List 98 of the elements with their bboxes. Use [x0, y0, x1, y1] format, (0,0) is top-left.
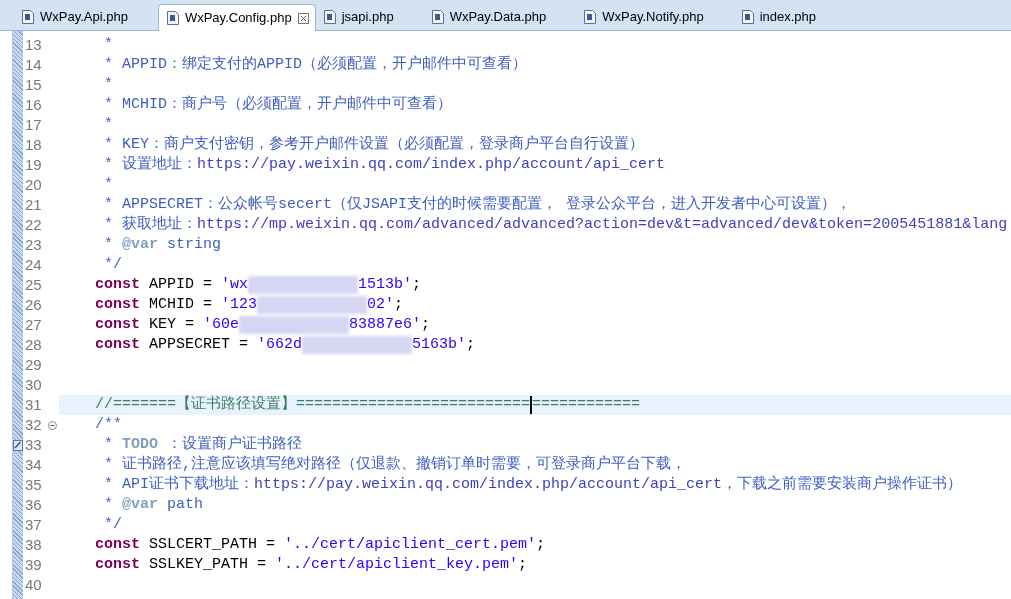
- keyword: const: [95, 294, 140, 315]
- doc-comment: * APPID：绑定支付的APPID（必须配置，开户邮件中可查看）: [104, 54, 528, 75]
- keyword: const: [95, 314, 140, 335]
- doc-comment: * KEY：商户支付密钥，参考开户邮件设置（必须配置，登录商户平台自行设置）: [104, 134, 644, 155]
- line-number: 29: [24, 354, 43, 375]
- doc-comment: *: [104, 494, 113, 515]
- file-tab[interactable]: WxPay.Data.php: [423, 3, 577, 30]
- file-tab[interactable]: jsapi.php: [315, 3, 424, 30]
- line-number: 37: [24, 514, 43, 535]
- line-number: 36: [24, 494, 43, 515]
- doc-comment: ：设置商户证书路径: [167, 434, 303, 455]
- code-text: APPSECRET =: [148, 334, 250, 355]
- code-text: ;: [421, 314, 431, 335]
- file-tab[interactable]: WxPay.Config.php: [157, 4, 316, 31]
- string-literal: '60e: [203, 314, 240, 335]
- line-number: 27: [24, 314, 43, 335]
- task-icon: [13, 439, 23, 451]
- close-icon[interactable]: [297, 12, 309, 24]
- code-text: APPID =: [148, 274, 214, 295]
- code-text: KEY =: [148, 314, 196, 335]
- file-tab[interactable]: WxPay.Notify.php: [576, 3, 734, 30]
- doc-comment: *: [104, 234, 113, 255]
- line-number: 39: [24, 554, 43, 575]
- file-tab[interactable]: WxPay.Api.php: [14, 3, 158, 30]
- line-number: 17: [24, 114, 43, 135]
- doc-comment: * 设置地址：: [104, 154, 197, 175]
- text-cursor: [530, 396, 533, 414]
- file-tab[interactable]: index.php: [733, 3, 847, 30]
- string-literal: 1513b': [358, 274, 413, 295]
- code-text: ;: [466, 334, 476, 355]
- keyword: const: [95, 554, 140, 575]
- fold-icon[interactable]: [48, 420, 57, 430]
- line-number: 13: [24, 34, 43, 55]
- doc-tag: @var: [122, 493, 159, 517]
- line-number: 15: [24, 74, 43, 95]
- string-literal: 5163b': [412, 334, 467, 355]
- php-file-icon: [584, 9, 597, 24]
- line-number: 23: [24, 234, 43, 255]
- string-literal: '123: [221, 294, 258, 315]
- doc-comment: ，下载之前需要安装商户操作证书）: [722, 474, 963, 495]
- line-comment: //=======【证书路径设置】==========================: [95, 394, 531, 415]
- string-literal: '../cert/apiclient_key.pem': [275, 554, 519, 575]
- doc-comment: * 证书路径,注意应该填写绝对路径（仅退款、撤销订单时需要，可登录商户平台下载，: [104, 454, 686, 475]
- code-text: ;: [536, 534, 546, 555]
- code-text: SSLKEY_PATH =: [148, 554, 268, 575]
- line-number: 18: [24, 134, 43, 155]
- doc-comment: * MCHID：商户号（必须配置，开户邮件中可查看）: [104, 94, 452, 115]
- doc-comment: * 获取地址：: [104, 214, 197, 235]
- keyword: const: [95, 334, 140, 355]
- doc-comment: *: [104, 34, 113, 55]
- doc-comment: *: [104, 114, 113, 135]
- code-text: ;: [518, 554, 528, 575]
- php-file-icon: [431, 9, 444, 24]
- line-number: 30: [24, 374, 43, 395]
- line-number: 22: [24, 214, 43, 235]
- doc-comment: path: [167, 494, 204, 515]
- string-literal: 'wx: [221, 274, 249, 295]
- string-literal: 83887e6': [349, 314, 422, 335]
- line-number: 26: [24, 294, 43, 315]
- doc-comment: string: [167, 234, 222, 255]
- line-number: 14: [24, 54, 43, 75]
- code-text: SSLCERT_PATH =: [148, 534, 277, 555]
- doc-comment: *: [104, 74, 113, 95]
- line-number: 19: [24, 154, 43, 175]
- doc-comment: *: [104, 174, 113, 195]
- line-number: 33: [24, 434, 43, 455]
- line-number: 32: [24, 414, 43, 435]
- line-number: 28: [24, 334, 43, 355]
- code-text: ;: [412, 274, 422, 295]
- keyword: const: [95, 534, 140, 555]
- doc-comment: */: [104, 254, 122, 275]
- code-text: MCHID =: [148, 294, 214, 315]
- string-literal: '662d: [257, 334, 303, 355]
- doc-comment: /**: [95, 414, 122, 435]
- line-comment: ============: [532, 394, 641, 415]
- doc-comment: * API证书下载地址：: [104, 474, 254, 495]
- line-number: 40: [24, 574, 43, 595]
- line-number: 24: [24, 254, 43, 275]
- string-literal: '../cert/apiclient_cert.pem': [284, 534, 537, 555]
- doc-comment: */: [104, 514, 122, 535]
- line-number: 35: [24, 474, 43, 495]
- line-number: 34: [24, 454, 43, 475]
- string-literal: 02': [367, 294, 395, 315]
- doc-comment: * APPSECRET：公众帐号secert（仅JSAPI支付的时候需要配置， 登录公众平台，进入开发者中心可设置），: [104, 194, 852, 215]
- line-number: 25: [24, 274, 43, 295]
- doc-tag: @var: [122, 233, 159, 257]
- keyword: const: [95, 274, 140, 295]
- code-text: ;: [394, 294, 404, 315]
- php-file-icon: [741, 9, 754, 24]
- line-number: 21: [24, 194, 43, 215]
- php-file-icon: [22, 9, 34, 24]
- line-number: 38: [24, 534, 43, 555]
- php-file-icon: [166, 11, 179, 25]
- php-file-icon: [323, 9, 336, 24]
- doc-comment: *: [104, 434, 113, 455]
- line-number: 20: [24, 174, 43, 195]
- line-number: 16: [24, 94, 43, 115]
- line-number: 31: [24, 394, 43, 415]
